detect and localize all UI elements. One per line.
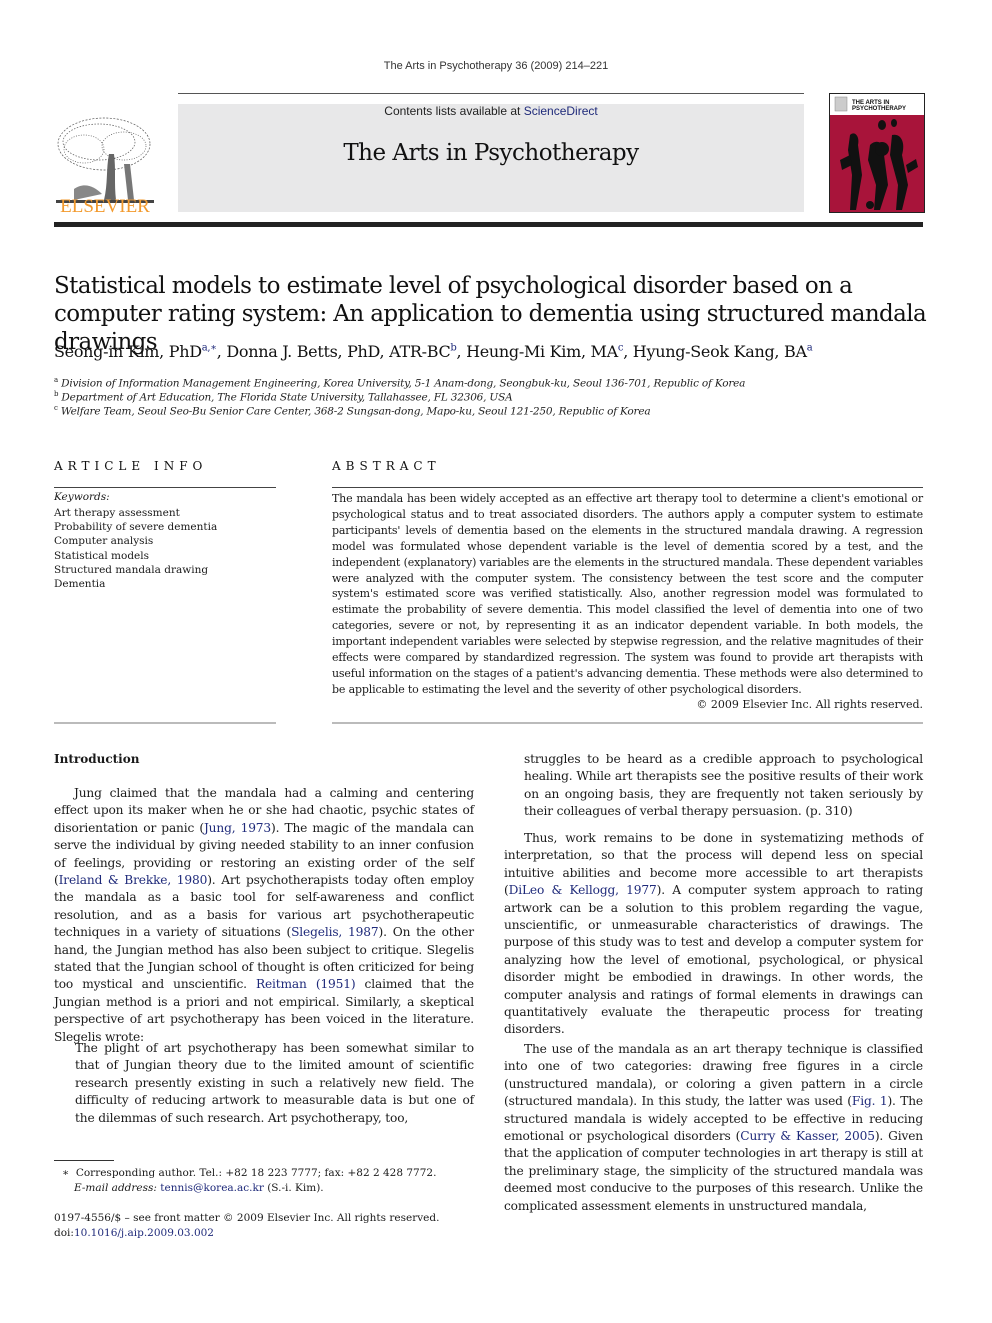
- email-label: E-mail address:: [74, 1182, 157, 1194]
- article-info-rule: [54, 487, 276, 488]
- block-quote-text: The plight of art psychotherapy has been…: [75, 1041, 474, 1125]
- affiliation-c: c Welfare Team, Seoul Seo-Bu Senior Care…: [54, 404, 651, 418]
- block-quote-text: struggles to be heard as a credible appr…: [524, 752, 923, 819]
- citation-link[interactable]: DiLeo & Kellogg, 1977: [509, 883, 657, 897]
- paragraph: The use of the mandala as an art therapy…: [504, 1041, 923, 1215]
- keywords-label: Keywords:: [54, 491, 110, 503]
- citation-link[interactable]: Fig. 1: [852, 1094, 888, 1108]
- cover-figures-icon: [840, 119, 918, 210]
- citation-link[interactable]: Reitman (1951): [256, 977, 356, 991]
- keyword-item: Computer analysis: [54, 535, 154, 548]
- corresponding-author-text: Corresponding author. Tel.: +82 18 223 7…: [75, 1167, 437, 1179]
- author-name[interactable]: Hyung-Seok Kang, BA: [633, 342, 807, 361]
- front-matter: 0197-4556/$ – see front matter © 2009 El…: [54, 1211, 494, 1241]
- body-right-column: Thus, work remains to be done in systema…: [504, 830, 923, 1215]
- email-link[interactable]: tennis@korea.ac.kr: [160, 1182, 264, 1194]
- keyword-item: Art therapy assessment: [54, 507, 180, 519]
- keywords-list: Art therapy assessment Probability of se…: [54, 506, 217, 591]
- section-heading-introduction: Introduction: [54, 752, 140, 766]
- text-run: ). A computer system approach to rating …: [504, 883, 923, 1037]
- keyword-item: Dementia: [54, 578, 106, 591]
- journal-cover-thumbnail[interactable]: THE ARTS IN PSYCHOTHERAPY: [829, 93, 925, 213]
- header-rule: [178, 93, 804, 94]
- abstract-copyright: © 2009 Elsevier Inc. All rights reserved…: [696, 698, 923, 711]
- doi-label: doi:: [54, 1227, 74, 1239]
- citation-link[interactable]: Curry & Kasser, 2005: [740, 1129, 875, 1143]
- author-name[interactable]: Donna J. Betts, PhD, ATR-BC: [226, 342, 450, 361]
- sciencedirect-link[interactable]: ScienceDirect: [524, 104, 598, 118]
- block-quote-part2: struggles to be heard as a credible appr…: [524, 751, 923, 821]
- author-name[interactable]: Heung-Mi Kim, MA: [466, 342, 618, 361]
- author-affiliation-marker[interactable]: c: [618, 343, 624, 354]
- article-info-heading: ARTICLE INFO: [54, 459, 208, 473]
- citation-link[interactable]: Slegelis, 1987: [291, 925, 379, 939]
- abstract-rule: [332, 487, 923, 488]
- running-head: The Arts in Psychotherapy 36 (2009) 214–…: [383, 60, 609, 72]
- abstract-text: The mandala has been widely accepted as …: [332, 492, 923, 696]
- block-quote-part1: The plight of art psychotherapy has been…: [75, 1040, 474, 1127]
- contents-prefix: Contents lists available at: [384, 104, 524, 118]
- abstract-heading: ABSTRACT: [332, 459, 441, 473]
- affiliation-a: a Division of Information Management Eng…: [54, 376, 746, 390]
- citation-link[interactable]: Ireland & Brekke, 1980: [59, 873, 208, 887]
- corresponding-author-footnote: ∗ Corresponding author. Tel.: +82 18 223…: [62, 1166, 502, 1196]
- masthead-thick-rule: [54, 222, 923, 227]
- journal-title[interactable]: The Arts in Psychotherapy: [178, 140, 804, 166]
- keyword-item: Structured mandala drawing: [54, 563, 209, 576]
- body-left-column: Jung claimed that the mandala had a calm…: [54, 785, 474, 1046]
- keyword-item: Probability of severe dementia: [54, 521, 218, 534]
- cover-elsevier-icon: [834, 96, 848, 112]
- abstract-bottom-rule: [332, 722, 923, 724]
- elsevier-wordmark: ELSEVIER: [60, 196, 150, 217]
- author-affiliation-marker[interactable]: a: [807, 343, 813, 354]
- author-affiliation-marker[interactable]: b: [450, 343, 456, 354]
- footnote-rule: [54, 1160, 114, 1161]
- affiliation-b: b Department of Art Education, The Flori…: [54, 390, 513, 404]
- author-affiliation-marker[interactable]: a,∗: [202, 343, 217, 354]
- keyword-item: Statistical models: [54, 549, 150, 562]
- paragraph: Jung claimed that the mandala had a calm…: [54, 785, 474, 1046]
- cover-title: THE ARTS IN PSYCHOTHERAPY: [852, 100, 907, 112]
- contents-line: Contents lists available at ScienceDirec…: [178, 104, 804, 118]
- author-list: Seong-in Kim, PhDa,∗, Donna J. Betts, Ph…: [54, 342, 813, 361]
- citation-link[interactable]: Jung, 1973: [204, 821, 271, 835]
- cover-artwork: [830, 115, 924, 212]
- email-suffix: (S.-i. Kim).: [263, 1182, 324, 1194]
- author-name[interactable]: Seong-in Kim, PhD: [54, 342, 202, 361]
- issn-copyright-line: 0197-4556/$ – see front matter © 2009 El…: [54, 1212, 440, 1224]
- footnote-marker: ∗: [62, 1167, 70, 1179]
- paragraph: Thus, work remains to be done in systema…: [504, 830, 923, 1039]
- article-info-bottom-rule: [54, 722, 276, 724]
- doi-link[interactable]: 10.1016/j.aip.2009.03.002: [74, 1227, 214, 1239]
